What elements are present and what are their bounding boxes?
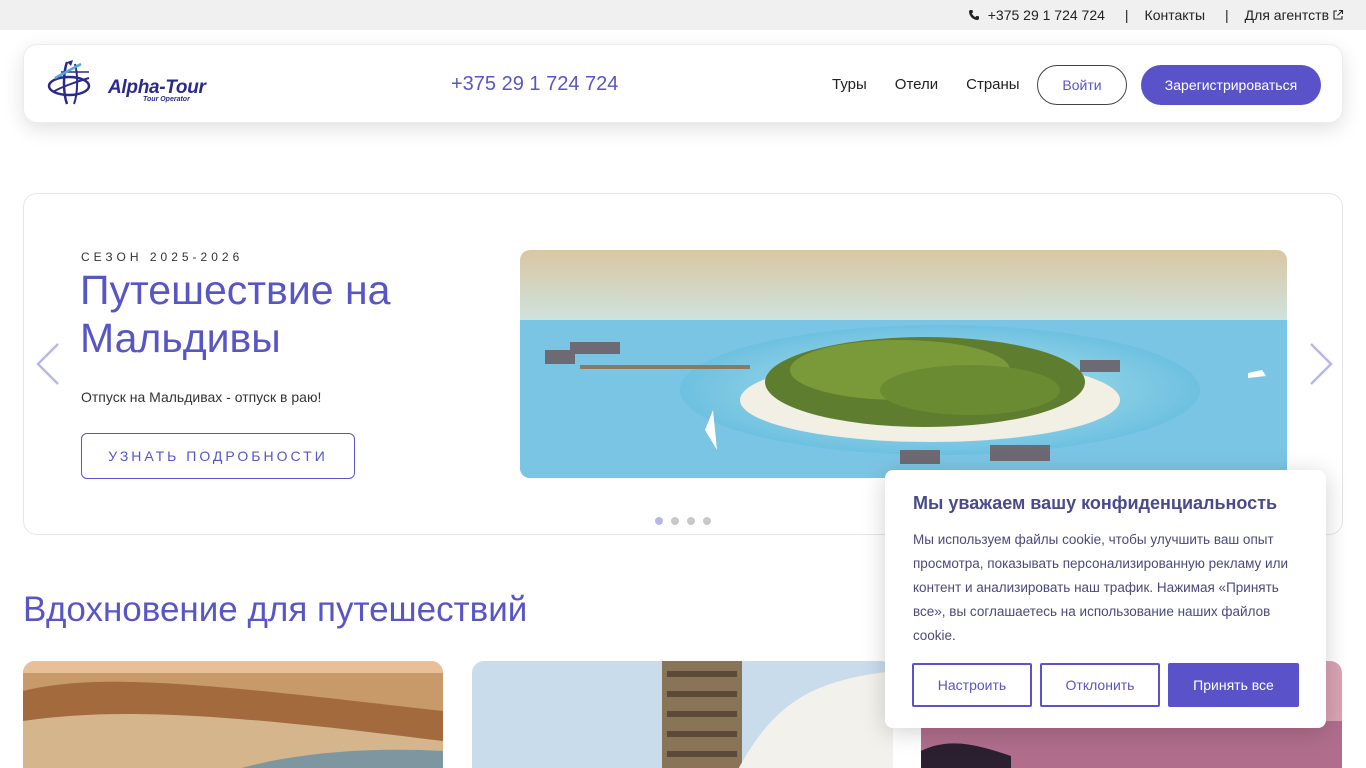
hero-subtitle: Отпуск на Мальдивах - отпуск в раю!: [81, 389, 322, 405]
external-link-icon: [1333, 9, 1344, 20]
register-button[interactable]: Зарегистрироваться: [1141, 65, 1321, 105]
cookie-accept-all-button[interactable]: Принять все: [1168, 663, 1299, 707]
header-phone[interactable]: +375 29 1 724 724: [451, 73, 618, 96]
slider-dot-3[interactable]: [687, 517, 695, 525]
login-button[interactable]: Войти: [1037, 65, 1127, 105]
top-bar: +375 29 1 724 724 | Контакты | Для агент…: [0, 0, 1366, 30]
cookie-customize-button[interactable]: Настроить: [912, 663, 1032, 707]
cookie-title: Мы уважаем вашу конфиденциальность: [913, 493, 1278, 513]
slider-next-arrow-icon[interactable]: [1305, 342, 1335, 386]
main-header: Alpha-Tour Tour Operator +375 29 1 724 7…: [23, 44, 1343, 123]
inspiration-title: Вдохновение для путешествий: [23, 590, 528, 629]
nav-countries[interactable]: Страны: [966, 76, 1019, 93]
slider-dot-1[interactable]: [655, 517, 663, 525]
hero-image-maldives-island: [520, 250, 1287, 478]
slider-dots: [655, 517, 711, 525]
topbar-contacts-link[interactable]: Контакты: [1145, 7, 1205, 23]
learn-more-button[interactable]: УЗНАТЬ ПОДРОБНОСТИ: [81, 433, 355, 479]
phone-icon: [968, 10, 979, 20]
slider-prev-arrow-icon[interactable]: [34, 342, 64, 386]
topbar-agencies-link[interactable]: Для агентств: [1245, 7, 1329, 23]
cookie-decline-button[interactable]: Отклонить: [1040, 663, 1160, 707]
inspiration-card-modern-hotel[interactable]: [472, 661, 893, 768]
slider-dot-4[interactable]: [703, 517, 711, 525]
hero-season: СЕЗОН 2025-2026: [81, 250, 244, 264]
cookie-consent-dialog: Мы уважаем вашу конфиденциальность Мы ис…: [885, 470, 1326, 728]
globe-logo-icon: [47, 60, 91, 105]
nav-hotels[interactable]: Отели: [895, 76, 938, 93]
logo[interactable]: Alpha-Tour Tour Operator: [45, 58, 235, 108]
inspiration-card-desert-coast[interactable]: [23, 661, 443, 768]
nav-tours[interactable]: Туры: [832, 76, 867, 93]
main-nav: Туры Отели Страны: [832, 76, 1020, 93]
cookie-text: Мы используем файлы cookie, чтобы улучши…: [913, 532, 1289, 643]
topbar-phone[interactable]: +375 29 1 724 724: [988, 7, 1105, 23]
hero-title: Путешествие на Мальдивы: [80, 267, 391, 361]
slider-dot-2[interactable]: [671, 517, 679, 525]
